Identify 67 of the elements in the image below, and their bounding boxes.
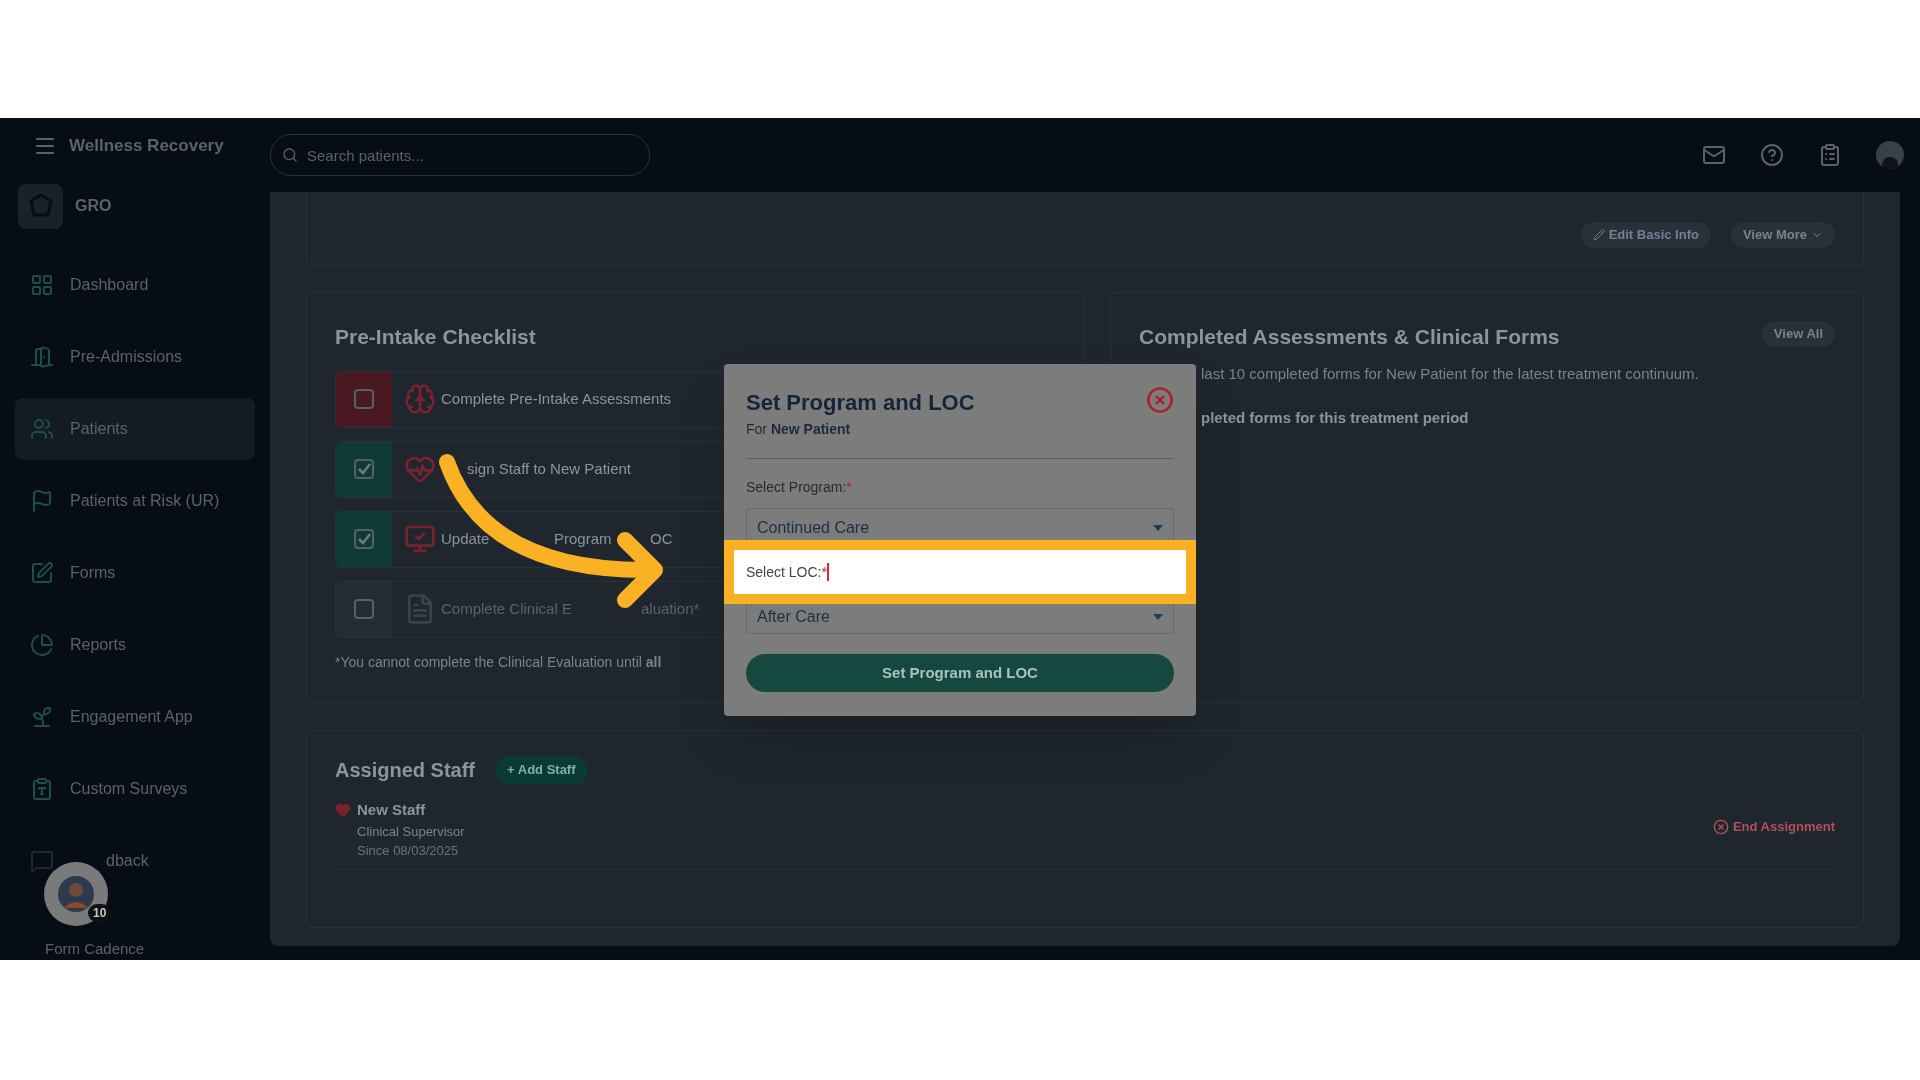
flag-icon	[30, 488, 54, 513]
clipboard-icon[interactable]	[1818, 143, 1842, 167]
empty-message: pleted forms for this treatment period	[1201, 408, 1469, 428]
loc-select[interactable]: After Care	[746, 604, 1174, 634]
checklist-label: Program	[554, 530, 612, 547]
edit-icon	[30, 560, 54, 585]
monitor-icon	[404, 523, 436, 555]
clipboard-icon	[30, 776, 54, 801]
forms-title: Completed Assessments & Clinical Forms	[1139, 324, 1560, 350]
checklist-footnote: *You cannot complete the Clinical Evaluation until all	[335, 652, 662, 672]
edit-info-button[interactable]: Edit Basic Info	[1580, 221, 1711, 248]
close-circle-icon	[1712, 818, 1729, 835]
checklist-label: aluation*	[641, 600, 700, 617]
checklist-title: Pre-Intake Checklist	[335, 324, 537, 350]
checklist-label: Update	[441, 530, 490, 547]
users-icon	[30, 416, 54, 441]
sidebar-item[interactable]: Patients at Risk (UR)	[15, 469, 255, 532]
sprout-icon	[30, 704, 54, 729]
submit-button[interactable]: Set Program and LOC	[746, 654, 1174, 692]
staff-since: Since 08/03/2025	[357, 842, 460, 860]
check-icon	[357, 462, 371, 476]
checkbox[interactable]	[336, 511, 392, 567]
checkbox[interactable]	[336, 441, 392, 497]
end-assignment-button[interactable]: End Assignment	[1712, 817, 1835, 837]
door-icon	[30, 344, 54, 369]
search-field[interactable]: Search patients...	[270, 134, 650, 176]
pie-chart-icon	[30, 632, 54, 657]
heart-icon	[335, 802, 351, 818]
view-more-button[interactable]: View More	[1730, 221, 1835, 248]
forms-description: last 10 completed forms for New Patient for the latest treatment continuum.	[1201, 363, 1699, 384]
modal-title: Set Program and LOC	[746, 389, 975, 417]
checklist-label: Complete Clinical E	[441, 600, 572, 617]
add-staff-button[interactable]: + Add Staff	[495, 755, 588, 785]
sidebar-item[interactable]: Patients	[15, 397, 255, 460]
profile-avatar[interactable]	[1876, 141, 1904, 169]
field-label: Select Program:*	[746, 478, 852, 497]
checklist-label: OC	[650, 530, 673, 547]
caret-icon	[1153, 524, 1163, 531]
sidebar-item[interactable]: Pre-Admissions	[15, 325, 255, 388]
search-icon	[282, 147, 298, 163]
edit-icon	[1592, 228, 1605, 241]
sidebar-item[interactable]: Engagement App	[15, 685, 255, 748]
brain-icon	[404, 383, 436, 415]
help-icon[interactable]	[1760, 143, 1784, 167]
close-icon[interactable]	[1146, 386, 1174, 414]
checkbox[interactable]	[336, 371, 392, 427]
chat-icon	[30, 848, 54, 873]
view-all-button[interactable]: View All	[1761, 321, 1835, 347]
checklist-label: sign Staff to New Patient	[467, 460, 631, 477]
app-name: Wellness Recovery	[69, 135, 224, 157]
staff-title: Assigned Staff	[335, 758, 476, 783]
grid-icon	[30, 272, 54, 297]
sidebar-item[interactable]: dback	[106, 848, 149, 873]
sidebar-item[interactable]: Dashboard	[15, 253, 255, 316]
helper-label: Form Cadence	[45, 938, 146, 959]
mail-icon[interactable]	[1702, 143, 1726, 167]
org-name: GRO	[75, 196, 112, 216]
sidebar-item[interactable]: Custom Surveys	[15, 757, 255, 820]
caret-icon	[1153, 613, 1163, 620]
staff-name: New Staff	[357, 800, 427, 820]
staff-role: Clinical Supervisor	[357, 822, 465, 841]
avatar-icon	[58, 875, 94, 912]
check-icon	[357, 532, 371, 546]
sidebar-item[interactable]: Reports	[15, 613, 255, 676]
text-cursor	[826, 563, 829, 581]
sidebar-item[interactable]: Forms	[15, 541, 255, 604]
checklist-label: Complete Pre-Intake Assessments	[441, 390, 672, 407]
